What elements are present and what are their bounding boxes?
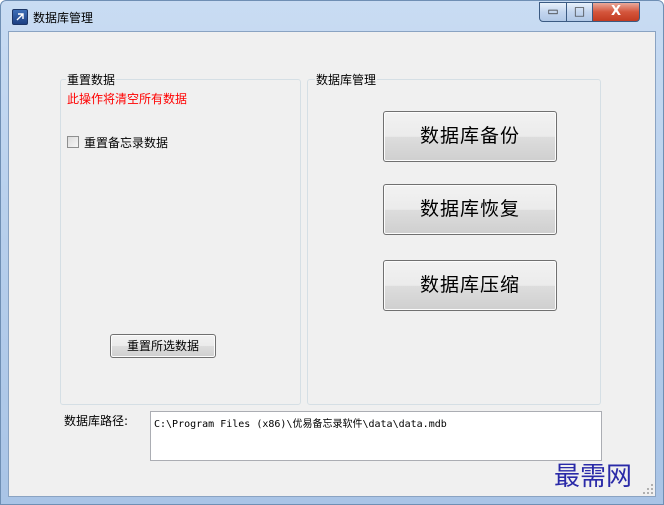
resize-grip-icon[interactable]: [643, 484, 653, 494]
reset-selected-data-button[interactable]: 重置所选数据: [110, 334, 216, 358]
title-bar[interactable]: 数据库管理 ▭ □ X: [1, 1, 663, 31]
watermark-logo: 最需网: [554, 462, 633, 492]
database-path-value[interactable]: C:\Program Files (x86)\优易备忘录软件\data\data…: [154, 415, 447, 430]
client-area: 重置数据 此操作将清空所有数据 重置备忘录数据 重置所选数据 数据库管理 数据库…: [8, 31, 656, 497]
database-path-label: 数据库路径:: [64, 414, 129, 428]
close-button[interactable]: X: [592, 2, 640, 22]
maximize-button[interactable]: □: [566, 2, 593, 22]
reset-memo-checkbox[interactable]: [67, 136, 79, 148]
maximize-icon: □: [573, 4, 586, 18]
app-icon: [12, 9, 28, 25]
database-compress-button[interactable]: 数据库压缩: [383, 260, 557, 311]
minimize-button[interactable]: ▭: [539, 2, 567, 22]
database-management-group-label: 数据库管理: [315, 71, 378, 88]
database-backup-button[interactable]: 数据库备份: [383, 111, 557, 162]
reset-data-group-label: 重置数据: [66, 71, 117, 88]
database-management-window: 数据库管理 ▭ □ X 重置数据 此操作将清空所有数据 重置备忘录数据 重置所选…: [0, 0, 664, 505]
minimize-icon: ▭: [547, 4, 559, 18]
clear-warning-text: 此操作将清空所有数据: [67, 92, 188, 106]
database-path-field[interactable]: C:\Program Files (x86)\优易备忘录软件\data\data…: [150, 411, 602, 461]
window-title: 数据库管理: [33, 11, 94, 25]
close-icon: X: [610, 4, 622, 19]
reset-memo-checkbox-label[interactable]: 重置备忘录数据: [84, 134, 168, 151]
database-restore-button[interactable]: 数据库恢复: [383, 184, 557, 235]
